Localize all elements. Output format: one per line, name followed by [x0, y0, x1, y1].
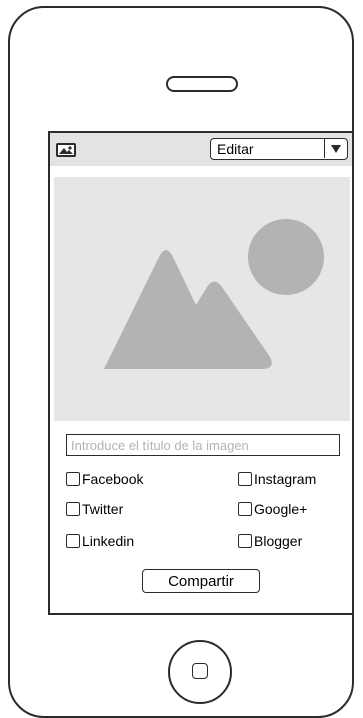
app-screen: Editar Facebook Instagram Twitter	[48, 131, 354, 615]
checkbox-box[interactable]	[66, 502, 80, 516]
checkbox-label: Facebook	[82, 471, 144, 487]
checkbox-box[interactable]	[238, 534, 252, 548]
mode-select-value: Editar	[217, 141, 254, 157]
checkbox-googleplus[interactable]: Google+	[238, 499, 307, 519]
image-placeholder	[54, 177, 350, 421]
share-button[interactable]: Compartir	[142, 569, 260, 593]
checkbox-label: Blogger	[254, 533, 303, 549]
toolbar: Editar	[50, 133, 352, 166]
image-title-input[interactable]	[66, 434, 340, 456]
checkbox-box[interactable]	[66, 534, 80, 548]
checkbox-box[interactable]	[238, 502, 252, 516]
checkbox-label: Twitter	[82, 501, 124, 517]
checkbox-instagram[interactable]: Instagram	[238, 469, 316, 489]
checkbox-label: Google+	[254, 501, 308, 517]
checkbox-box[interactable]	[66, 472, 80, 486]
checkbox-box[interactable]	[238, 472, 252, 486]
chevron-down-icon[interactable]	[324, 139, 347, 158]
checkbox-blogger[interactable]: Blogger	[238, 531, 302, 551]
phone-frame: Editar Facebook Instagram Twitter	[8, 6, 354, 718]
checkbox-label: Instagram	[254, 471, 317, 487]
mode-select[interactable]: Editar	[210, 138, 348, 160]
checkbox-facebook[interactable]: Facebook	[66, 469, 143, 489]
checkbox-twitter[interactable]: Twitter	[66, 499, 123, 519]
speaker-slot	[166, 76, 238, 92]
home-button[interactable]	[168, 640, 232, 704]
home-square-icon	[192, 663, 208, 679]
checkbox-linkedin[interactable]: Linkedin	[66, 531, 134, 551]
checkbox-label: Linkedin	[82, 533, 135, 549]
image-icon[interactable]	[56, 143, 76, 157]
